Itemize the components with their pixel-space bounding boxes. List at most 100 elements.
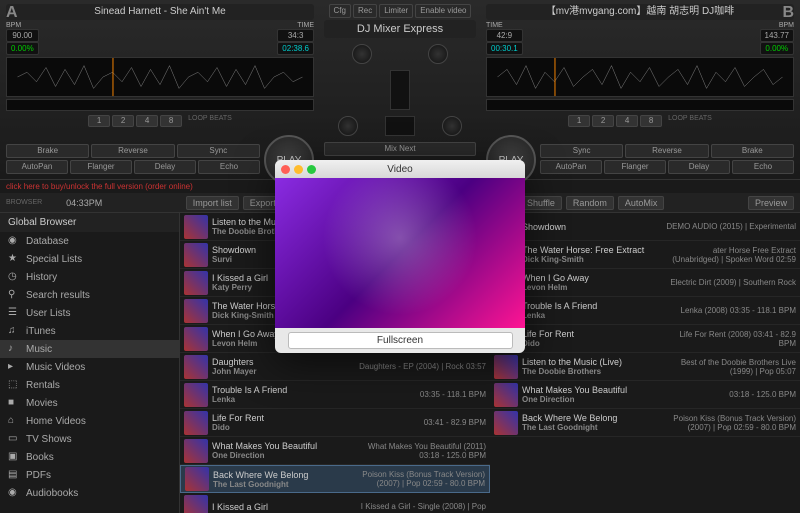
reverse-button[interactable]: Reverse bbox=[91, 144, 174, 158]
sidebar-item-tv-shows[interactable]: ▭TV Shows bbox=[0, 430, 179, 448]
crossfader[interactable] bbox=[390, 70, 410, 110]
loop-4-button[interactable]: 4 bbox=[136, 115, 158, 127]
track-row[interactable]: The Water Horse: Free ExtractDick King-S… bbox=[490, 241, 800, 269]
deck-b-label: B bbox=[782, 4, 794, 22]
loop-2-button[interactable]: 2 bbox=[592, 115, 614, 127]
sidebar: Global Browser ◉Database★Special Lists◷H… bbox=[0, 213, 180, 513]
brake-button[interactable]: Brake bbox=[711, 144, 794, 158]
rec-button[interactable]: Rec bbox=[353, 4, 377, 18]
clock-icon: ◷ bbox=[8, 271, 20, 283]
preview-button[interactable]: Preview bbox=[748, 196, 794, 210]
loop-8-button[interactable]: 8 bbox=[640, 115, 662, 127]
album-art bbox=[494, 355, 518, 379]
music-icon: ♪ bbox=[8, 343, 20, 355]
echo-button[interactable]: Echo bbox=[198, 160, 260, 174]
track-list-right: ShowdownDEMO AUDIO (2015) | Experimental… bbox=[490, 213, 800, 513]
fullscreen-button[interactable]: Fullscreen bbox=[288, 332, 513, 349]
track-row[interactable]: I Kissed a GirlI Kissed a Girl - Single … bbox=[180, 493, 490, 513]
album-art bbox=[184, 439, 208, 463]
track-row[interactable]: Trouble Is A FriendLenka03:35 - 118.1 BP… bbox=[180, 381, 490, 409]
album-art bbox=[184, 215, 208, 239]
tv-icon: ▭ bbox=[8, 433, 20, 445]
flanger-button[interactable]: Flanger bbox=[604, 160, 666, 174]
delay-button[interactable]: Delay bbox=[668, 160, 730, 174]
loop-4-button[interactable]: 4 bbox=[616, 115, 638, 127]
enable-video-button[interactable]: Enable video bbox=[415, 4, 471, 18]
track-row[interactable]: What Makes You BeautifulOne Direction03:… bbox=[490, 381, 800, 409]
knob-gain-b[interactable] bbox=[428, 44, 448, 64]
sidebar-item-movies[interactable]: ■Movies bbox=[0, 394, 179, 412]
sidebar-item-home-videos[interactable]: ⌂Home Videos bbox=[0, 412, 179, 430]
track-row[interactable]: What Makes You BeautifulOne DirectionWha… bbox=[180, 437, 490, 465]
db-icon: ◉ bbox=[8, 235, 20, 247]
random-button[interactable]: Random bbox=[566, 196, 614, 210]
loop-1-button[interactable]: 1 bbox=[568, 115, 590, 127]
user-icon: ☰ bbox=[8, 307, 20, 319]
minimize-icon[interactable] bbox=[294, 165, 303, 174]
sync-button[interactable]: Sync bbox=[540, 144, 623, 158]
maximize-icon[interactable] bbox=[307, 165, 316, 174]
movie-icon: ■ bbox=[8, 397, 20, 409]
track-row[interactable]: ShowdownDEMO AUDIO (2015) | Experimental bbox=[490, 213, 800, 241]
knob-gain-a[interactable] bbox=[352, 44, 372, 64]
loop-1-button[interactable]: 1 bbox=[88, 115, 110, 127]
delay-button[interactable]: Delay bbox=[134, 160, 196, 174]
track-row[interactable]: DaughtersJohn MayerDaughters - EP (2004)… bbox=[180, 353, 490, 381]
flanger-button[interactable]: Flanger bbox=[70, 160, 132, 174]
sidebar-item-music[interactable]: ♪Music bbox=[0, 340, 179, 358]
album-art bbox=[184, 243, 208, 267]
sidebar-item-pdfs[interactable]: ▤PDFs bbox=[0, 466, 179, 484]
track-row[interactable]: Life For RentDidoLife For Rent (2008) 03… bbox=[490, 325, 800, 353]
app-title: DJ Mixer Express bbox=[324, 20, 476, 38]
limiter-button[interactable]: Limiter bbox=[379, 4, 413, 18]
knob-eq-a[interactable] bbox=[338, 116, 358, 136]
automix-button[interactable]: AutoMix bbox=[618, 196, 665, 210]
mix-next-button[interactable]: Mix Next bbox=[324, 142, 476, 156]
brake-button[interactable]: Brake bbox=[6, 144, 89, 158]
video-title: Video bbox=[387, 164, 412, 175]
reverse-button[interactable]: Reverse bbox=[625, 144, 708, 158]
audio-icon: ◉ bbox=[8, 487, 20, 499]
itunes-icon: ♫ bbox=[8, 325, 20, 337]
album-art bbox=[184, 271, 208, 295]
deck-a-waveform[interactable] bbox=[6, 57, 314, 97]
track-row[interactable]: Trouble Is A FriendLenkaLenka (2008) 03:… bbox=[490, 297, 800, 325]
sidebar-item-history[interactable]: ◷History bbox=[0, 268, 179, 286]
deck-a-bpm: 90.00 bbox=[6, 29, 39, 42]
sidebar-item-rentals[interactable]: ⬚Rentals bbox=[0, 376, 179, 394]
close-icon[interactable] bbox=[281, 165, 290, 174]
sidebar-item-itunes[interactable]: ♫iTunes bbox=[0, 322, 179, 340]
autopan-button[interactable]: AutoPan bbox=[6, 160, 68, 174]
sidebar-header: Global Browser bbox=[0, 213, 179, 232]
track-row[interactable]: Back Where We BelongThe Last GoodnightPo… bbox=[490, 409, 800, 437]
deck-a-overview[interactable] bbox=[6, 99, 314, 111]
shuffle-button[interactable]: Shuffle bbox=[520, 196, 562, 210]
knob-eq-b[interactable] bbox=[442, 116, 462, 136]
sync-button[interactable]: Sync bbox=[177, 144, 260, 158]
track-row[interactable]: Listen to the Music (Live)The Doobie Bro… bbox=[490, 353, 800, 381]
loop-2-button[interactable]: 2 bbox=[112, 115, 134, 127]
album-art bbox=[494, 411, 518, 435]
album-art bbox=[184, 411, 208, 435]
cfg-button[interactable]: Cfg bbox=[329, 4, 351, 18]
sidebar-item-books[interactable]: ▣Books bbox=[0, 448, 179, 466]
deck-b-overview[interactable] bbox=[486, 99, 794, 111]
sidebar-item-special-lists[interactable]: ★Special Lists bbox=[0, 250, 179, 268]
loop-8-button[interactable]: 8 bbox=[160, 115, 182, 127]
sidebar-item-user-lists[interactable]: ☰User Lists bbox=[0, 304, 179, 322]
track-row[interactable]: Back Where We BelongThe Last GoodnightPo… bbox=[180, 465, 490, 493]
deck-a-loops: 1248LOOP BEATS bbox=[6, 115, 314, 127]
track-row[interactable]: When I Go AwayLevon HelmElectric Dirt (2… bbox=[490, 269, 800, 297]
sidebar-item-database[interactable]: ◉Database bbox=[0, 232, 179, 250]
sidebar-item-search-results[interactable]: ⚲Search results bbox=[0, 286, 179, 304]
sidebar-item-audiobooks[interactable]: ◉Audiobooks bbox=[0, 484, 179, 502]
deck-a: A Sinead Harnett - She Ain't Me BPM90.00… bbox=[0, 0, 320, 179]
video-window[interactable]: Video Fullscreen bbox=[275, 160, 525, 353]
autopan-button[interactable]: AutoPan bbox=[540, 160, 602, 174]
sidebar-item-music-videos[interactable]: ▸Music Videos bbox=[0, 358, 179, 376]
deck-a-track: Sinead Harnett - She Ain't Me bbox=[6, 4, 314, 20]
echo-button[interactable]: Echo bbox=[732, 160, 794, 174]
track-row[interactable]: Life For RentDido03:41 - 82.9 BPM bbox=[180, 409, 490, 437]
deck-b-waveform[interactable] bbox=[486, 57, 794, 97]
import-button[interactable]: Import list bbox=[186, 196, 239, 210]
